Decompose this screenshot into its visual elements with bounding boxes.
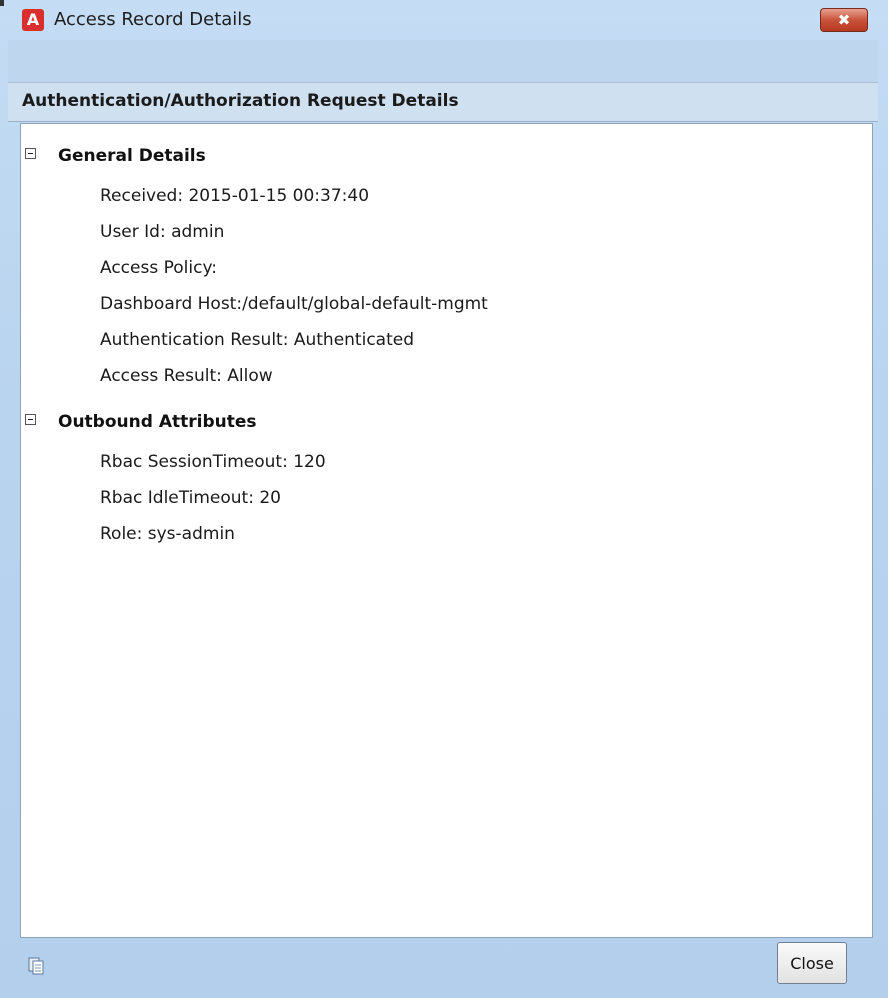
section-title: General Details [58,146,206,166]
window-title: Access Record Details [54,9,252,30]
window-close-button[interactable]: ✖ [820,8,868,32]
details-tree: General Details Received: 2015-01-15 00:… [20,123,873,938]
clipboard-icon[interactable] [28,957,44,975]
dialog-window: A Access Record Details ✖ Authentication… [0,0,888,998]
panel-header: Authentication/Authorization Request Det… [8,82,878,122]
section-title: Outbound Attributes [58,412,257,432]
title-bar[interactable]: A Access Record Details ✖ [0,0,888,40]
detail-row: Access Result: Allow [100,366,273,386]
detail-row: Received: 2015-01-15 00:37:40 [100,186,370,206]
detail-row: Role: sys-admin [100,524,235,544]
detail-row: Dashboard Host:/default/global-default-m… [100,294,488,314]
detail-row: Access Policy: [100,258,217,278]
close-button[interactable]: Close [777,942,847,984]
detail-row: User Id: admin [100,222,225,242]
collapse-toggle-icon[interactable] [25,414,36,425]
panel-header-title: Authentication/Authorization Request Det… [22,91,459,111]
close-icon: ✖ [837,11,851,29]
app-logo-icon: A [22,9,44,31]
window-frame-band [8,40,878,82]
collapse-toggle-icon[interactable] [25,148,36,159]
detail-row: Authentication Result: Authenticated [100,330,415,350]
detail-row: Rbac SessionTimeout: 120 [100,452,326,472]
detail-row: Rbac IdleTimeout: 20 [100,488,281,508]
